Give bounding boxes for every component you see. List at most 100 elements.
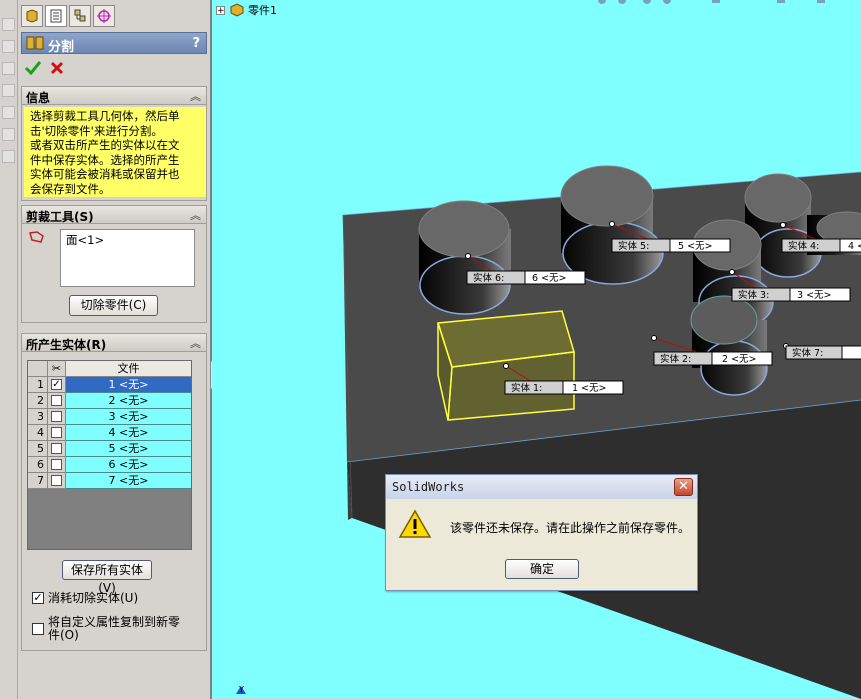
callout-name: 实体 1:: [511, 382, 542, 394]
row-number: 7: [28, 473, 48, 489]
callout-body-7[interactable]: 实体 7:: [785, 345, 861, 360]
info-heading: 信息: [26, 91, 51, 105]
table-row[interactable]: 2 2 <无>: [28, 393, 191, 409]
callout-value: 5 <无>: [678, 241, 712, 252]
consume-cut-bodies-checkbox[interactable]: ✓: [32, 592, 44, 604]
row-checkbox[interactable]: ✓: [51, 379, 62, 390]
column-header-file[interactable]: 文件: [66, 361, 191, 377]
row-checkbox-cell: [48, 473, 66, 489]
callout-value: 4 <无>: [848, 241, 861, 252]
feature-manager-icon: [26, 9, 38, 23]
row-checkbox[interactable]: [51, 411, 62, 422]
dialog-title: SolidWorks: [392, 480, 465, 494]
ok-check-icon[interactable]: [24, 60, 42, 79]
command-icon[interactable]: [2, 18, 15, 31]
command-icon[interactable]: [2, 84, 15, 97]
row-file-cell[interactable]: 5 <无>: [66, 441, 191, 457]
info-line: 实体可能会被消耗或保留并也: [30, 167, 180, 182]
callout-name: 实体 4:: [788, 240, 819, 252]
tab-feature-manager[interactable]: [21, 5, 43, 27]
message-dialog: SolidWorks ✕ 该零件还未保存。请在此操作之前保存零件。 确定: [385, 474, 698, 591]
info-line: 或者双击所产生的实体以在文: [30, 138, 180, 153]
row-checkbox[interactable]: [51, 459, 62, 470]
callout-body-5[interactable]: 实体 5: 5 <无>: [611, 238, 731, 253]
face-selection-icon: [28, 230, 46, 247]
manager-tabs: [18, 0, 210, 30]
command-strip: [0, 0, 18, 699]
callout-body-4[interactable]: 实体 4: 4 <无>: [781, 238, 861, 253]
copy-props-line: 件(O): [48, 628, 79, 642]
collapse-chevron-icon[interactable]: ︽: [190, 207, 201, 223]
tab-dimxpert[interactable]: [93, 5, 115, 27]
trim-tools-list[interactable]: 面<1>: [60, 229, 195, 287]
svg-text:Y: Y: [238, 685, 244, 694]
close-icon[interactable]: ✕: [674, 478, 693, 496]
row-file-cell[interactable]: 3 <无>: [66, 409, 191, 425]
corner-cell: [28, 361, 48, 377]
row-file-cell[interactable]: 1 <无>: [66, 377, 191, 393]
tab-property-manager[interactable]: [45, 5, 67, 27]
row-file-cell[interactable]: 7 <无>: [66, 473, 191, 489]
panel-title-bar: 分割 ?: [21, 32, 207, 55]
table-row[interactable]: 7 7 <无>: [28, 473, 191, 489]
row-checkbox[interactable]: [51, 395, 62, 406]
save-all-bodies-button[interactable]: 保存所有实体(V): [62, 560, 152, 595]
cut-part-button[interactable]: 切除零件(C): [69, 295, 158, 316]
view-triad-icon: Y: [236, 685, 246, 694]
row-number: 1: [28, 377, 48, 393]
collapse-chevron-icon[interactable]: ︽: [190, 88, 201, 104]
row-file-cell[interactable]: 4 <无>: [66, 425, 191, 441]
row-number: 2: [28, 393, 48, 409]
row-checkbox[interactable]: [51, 443, 62, 454]
configuration-manager-icon: [74, 9, 86, 22]
row-checkbox[interactable]: [51, 475, 62, 486]
row-checkbox[interactable]: [51, 427, 62, 438]
help-button[interactable]: ?: [192, 36, 200, 51]
command-icon[interactable]: [2, 150, 15, 163]
row-file-cell[interactable]: 2 <无>: [66, 393, 191, 409]
table-row[interactable]: 3 3 <无>: [28, 409, 191, 425]
table-row[interactable]: 1 ✓ 1 <无>: [28, 377, 191, 393]
trim-tools-section: 剪裁工具(S) ︽ 面<1> 切除零件(C): [21, 205, 207, 323]
dialog-message: 该零件还未保存。请在此操作之前保存零件。: [450, 521, 691, 535]
callout-body-6[interactable]: 实体 6: 6 <无>: [466, 270, 586, 285]
warning-icon: [398, 509, 432, 542]
info-line: 选择剪裁工具几何体，然后单: [30, 109, 180, 123]
callout-name: 实体 2:: [660, 353, 691, 365]
command-icon[interactable]: [2, 128, 15, 141]
tab-configuration-manager[interactable]: [69, 5, 91, 27]
row-file-cell[interactable]: 6 <无>: [66, 457, 191, 473]
model-3d[interactable]: 实体 1: 1 <无> 实体 6: 6 <无> 实体 5: 5 <无> 实体 4…: [212, 0, 861, 699]
trim-tools-header[interactable]: 剪裁工具(S) ︽: [22, 206, 206, 224]
cancel-x-icon[interactable]: [49, 60, 65, 79]
copy-custom-properties-checkbox[interactable]: [32, 623, 44, 635]
callout-name: 实体 5:: [618, 240, 649, 252]
table-row[interactable]: 6 6 <无>: [28, 457, 191, 473]
copy-custom-properties-label: 将自定义属性复制到新零 件(O): [48, 616, 180, 642]
panel-title: 分割: [48, 40, 75, 55]
row-checkbox-cell: [48, 425, 66, 441]
info-header[interactable]: 信息 ︽: [22, 87, 206, 105]
table-row[interactable]: 5 5 <无>: [28, 441, 191, 457]
callout-body-1[interactable]: 实体 1: 1 <无>: [504, 380, 624, 395]
callout-name: 实体 7:: [792, 347, 823, 359]
resulting-bodies-section: 所产生实体(R) ︽ ✂ 文件 1 ✓ 1 <无> 2 2 <无> 3 3 <无> 4 4 <无…: [21, 333, 207, 651]
table-row[interactable]: 4 4 <无>: [28, 425, 191, 441]
dialog-title-bar[interactable]: SolidWorks ✕: [386, 475, 697, 499]
row-number: 5: [28, 441, 48, 457]
list-item[interactable]: 面<1>: [66, 232, 189, 248]
collapse-chevron-icon[interactable]: ︽: [190, 335, 201, 351]
row-checkbox-cell: ✓: [48, 377, 66, 393]
command-icon[interactable]: [2, 106, 15, 119]
callout-body-3[interactable]: 实体 3: 3 <无>: [731, 287, 851, 302]
info-message: 选择剪裁工具几何体，然后单 击'切除零件'来进行分割。 或者双击所产生的实体以在…: [24, 107, 206, 197]
callout-value: 2 <无>: [722, 354, 756, 365]
callout-value: 1 <无>: [572, 383, 606, 394]
callout-value: 3 <无>: [797, 290, 831, 301]
graphics-viewport[interactable]: + 零件1 +: [212, 0, 861, 699]
ok-button[interactable]: 确定: [505, 559, 579, 579]
command-icon[interactable]: [2, 40, 15, 53]
callout-body-2[interactable]: 实体 2: 2 <无>: [653, 351, 773, 366]
resulting-bodies-header[interactable]: 所产生实体(R) ︽: [22, 334, 206, 352]
command-icon[interactable]: [2, 62, 15, 75]
